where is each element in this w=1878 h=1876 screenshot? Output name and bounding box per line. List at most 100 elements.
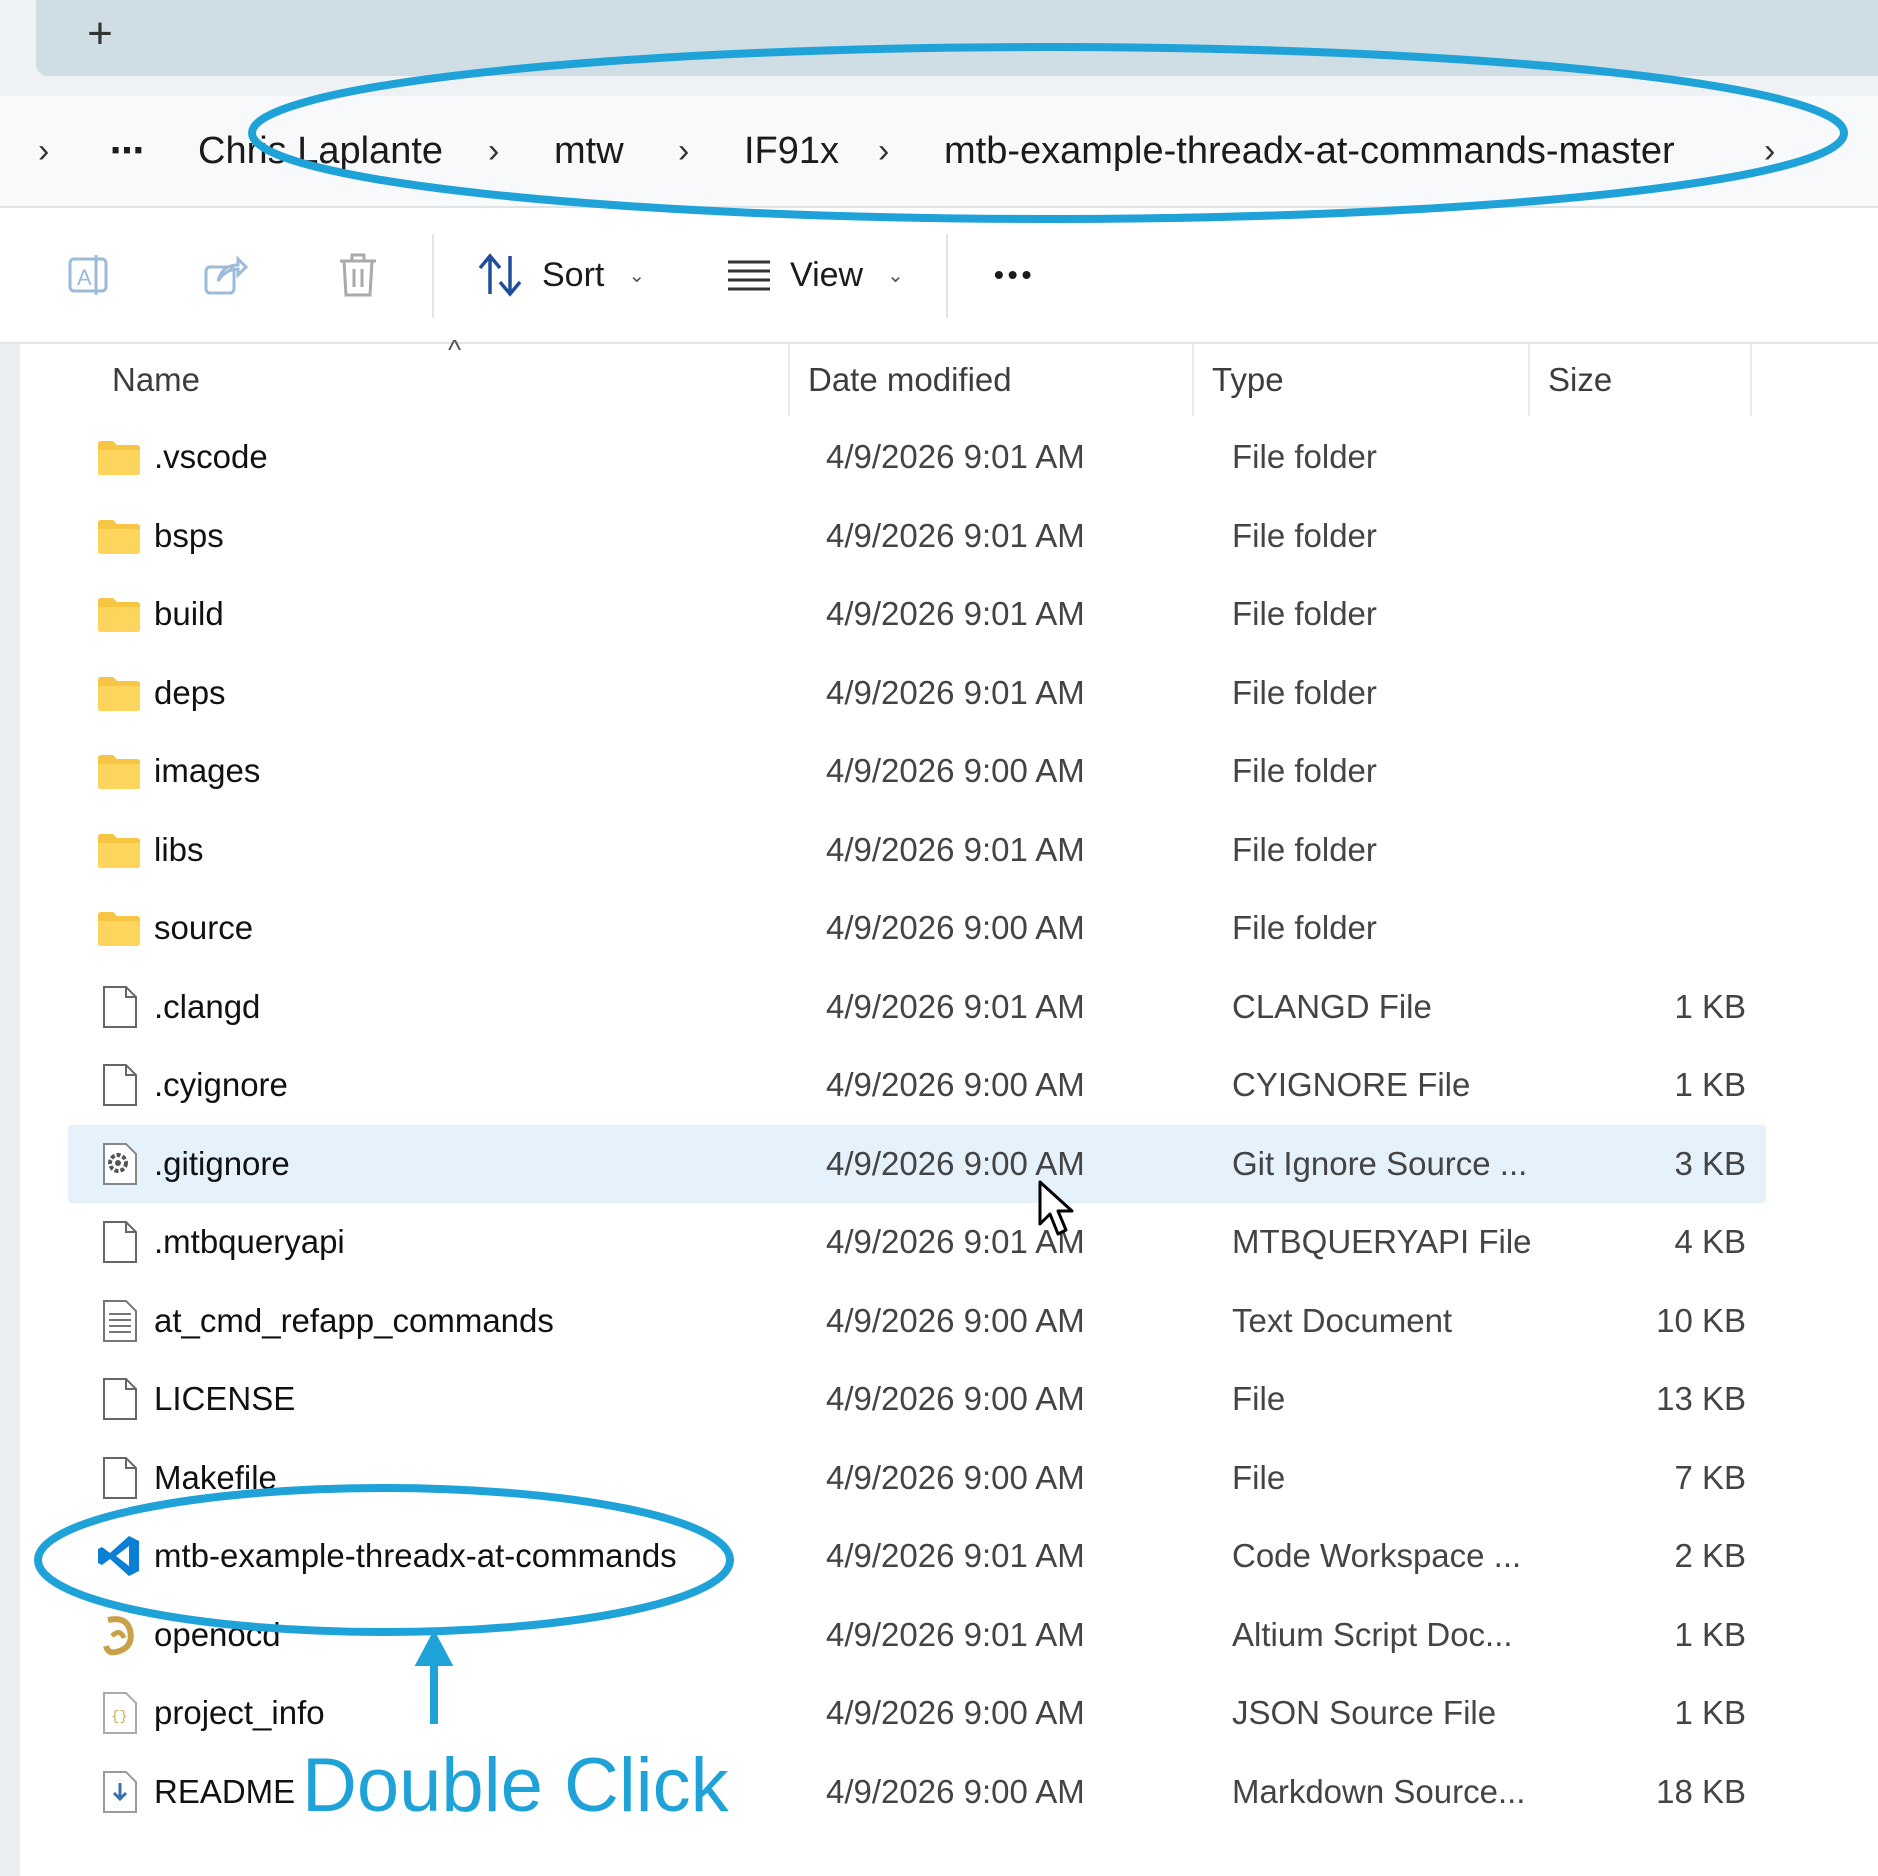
folder-icon bbox=[96, 513, 142, 559]
breadcrumb-separator-icon[interactable]: › bbox=[678, 96, 689, 206]
breadcrumb-overflow-button[interactable]: ⋯ bbox=[110, 96, 146, 206]
file-row[interactable]: bsps 4/9/2026 9:01 AM File folder bbox=[68, 497, 1766, 575]
file-name: Makefile bbox=[154, 1458, 277, 1496]
file-icon bbox=[96, 1219, 142, 1265]
column-divider[interactable] bbox=[1528, 344, 1530, 416]
file-row[interactable]: .vscode 4/9/2026 9:01 AM File folder bbox=[68, 418, 1766, 496]
mouse-cursor-icon bbox=[1038, 1180, 1074, 1236]
file-type: CLANGD File bbox=[1232, 987, 1432, 1025]
file-size: 7 KB bbox=[1674, 1458, 1746, 1496]
trash-icon bbox=[340, 253, 376, 297]
column-header-date[interactable]: Date modified bbox=[808, 344, 1012, 416]
file-type: File folder bbox=[1232, 516, 1377, 554]
svg-text:A: A bbox=[77, 265, 92, 290]
breadcrumb-item[interactable]: Chris.Laplante bbox=[198, 96, 443, 206]
file-size: 3 KB bbox=[1674, 1144, 1746, 1182]
column-divider[interactable] bbox=[788, 344, 790, 416]
file-row[interactable]: source 4/9/2026 9:00 AM File folder bbox=[68, 889, 1766, 967]
expand-chevron-icon[interactable]: › bbox=[38, 96, 49, 206]
file-name: deps bbox=[154, 673, 226, 711]
file-date-modified: 4/9/2026 9:00 AM bbox=[826, 1066, 1085, 1103]
file-type: Text Document bbox=[1232, 1301, 1453, 1339]
column-header-name[interactable]: Name bbox=[112, 344, 200, 416]
column-header-type[interactable]: Type bbox=[1212, 344, 1284, 416]
file-row[interactable]: at_cmd_refapp_commands 4/9/2026 9:00 AM Te… bbox=[68, 1282, 1766, 1360]
file-date-modified: 4/9/2026 9:00 AM bbox=[826, 1694, 1085, 1731]
sort-label: Sort bbox=[542, 255, 605, 294]
file-size: 1 KB bbox=[1674, 1694, 1746, 1731]
more-options-button[interactable]: ••• bbox=[994, 240, 1035, 310]
address-bar[interactable]: › ⋯ Chris.Laplante › mtw › IF91x › mtb-e… bbox=[0, 96, 1878, 208]
tab-strip: + bbox=[0, 0, 1878, 96]
file-size: 10 KB bbox=[1656, 1301, 1746, 1339]
file-row[interactable]: .clangd 4/9/2026 9:01 AM CLANGD File 1 KB bbox=[68, 968, 1766, 1046]
file-row[interactable]: .mtbqueryapi 4/9/2026 9:01 AM MTBQUERYAPI … bbox=[68, 1203, 1766, 1281]
file-icon bbox=[96, 1376, 142, 1422]
chevron-down-icon: ⌄ bbox=[628, 264, 646, 287]
file-name: .mtbqueryapi bbox=[154, 1223, 345, 1260]
column-header-size[interactable]: Size bbox=[1548, 344, 1612, 416]
sort-icon bbox=[478, 253, 522, 297]
delete-button[interactable] bbox=[332, 240, 384, 310]
file-row[interactable]: .gitignore 4/9/2026 9:00 AM Git Ignore Sou… bbox=[68, 1124, 1766, 1203]
file-icon bbox=[96, 984, 142, 1030]
sort-button[interactable]: Sort ⌄ bbox=[476, 240, 645, 310]
svg-text:{}: {} bbox=[111, 1709, 128, 1725]
file-row[interactable]: {} project_info 4/9/2026 9:00 AM JSON Sourc… bbox=[68, 1674, 1766, 1752]
file-date-modified: 4/9/2026 9:01 AM bbox=[826, 595, 1085, 632]
breadcrumb-item[interactable]: IF91x bbox=[744, 96, 839, 206]
file-name: mtb-example-threadx-at-commands bbox=[154, 1537, 677, 1574]
file-type: JSON Source File bbox=[1232, 1694, 1497, 1731]
rename-button[interactable]: A bbox=[62, 240, 114, 310]
file-size: 2 KB bbox=[1674, 1537, 1746, 1574]
file-date-modified: 4/9/2026 9:01 AM bbox=[826, 1615, 1085, 1653]
file-date-modified: 4/9/2026 9:00 AM bbox=[826, 1380, 1085, 1417]
file-row[interactable]: mtb-example-threadx-at-commands 4/9/2026 … bbox=[68, 1517, 1766, 1595]
view-button[interactable]: View ⌄ bbox=[724, 240, 904, 310]
breadcrumb-item[interactable]: mtw bbox=[554, 96, 624, 206]
tab-strip-background bbox=[36, 0, 1878, 76]
view-list-icon bbox=[728, 260, 770, 291]
file-name: build bbox=[154, 595, 224, 632]
breadcrumb-separator-icon[interactable]: › bbox=[878, 96, 889, 206]
column-divider[interactable] bbox=[1192, 344, 1194, 416]
file-date-modified: 4/9/2026 9:01 AM bbox=[826, 673, 1085, 711]
file-row[interactable]: libs 4/9/2026 9:01 AM File folder bbox=[68, 811, 1766, 889]
file-type: Altium Script Doc... bbox=[1232, 1615, 1513, 1653]
file-name: project_info bbox=[154, 1694, 325, 1731]
breadcrumb-separator-icon[interactable]: › bbox=[1764, 96, 1775, 206]
file-row[interactable]: .cyignore 4/9/2026 9:00 AM CYIGNORE File 1 … bbox=[68, 1046, 1766, 1124]
file-name: README bbox=[154, 1772, 296, 1810]
column-divider[interactable] bbox=[1750, 344, 1752, 416]
file-date-modified: 4/9/2026 9:00 AM bbox=[826, 1301, 1085, 1339]
file-name: libs bbox=[154, 830, 204, 868]
file-type: File folder bbox=[1232, 909, 1377, 946]
file-name: source bbox=[154, 909, 254, 946]
file-row[interactable]: build 4/9/2026 9:01 AM File folder bbox=[68, 575, 1766, 653]
file-date-modified: 4/9/2026 9:00 AM bbox=[826, 752, 1085, 789]
command-bar: A Sort ⌄ View ⌄ ••• bbox=[0, 208, 1878, 344]
share-button[interactable] bbox=[198, 240, 250, 310]
file-row[interactable]: images 4/9/2026 9:00 AM File folder bbox=[68, 732, 1766, 810]
file-size: 18 KB bbox=[1656, 1772, 1746, 1810]
json-file-icon: {} bbox=[96, 1690, 142, 1736]
file-row[interactable]: LICENSE 4/9/2026 9:00 AM File 13 KB bbox=[68, 1360, 1766, 1438]
file-date-modified: 4/9/2026 9:00 AM bbox=[826, 1458, 1085, 1496]
breadcrumb-separator-icon[interactable]: › bbox=[488, 96, 499, 206]
annotation-label: Double Click bbox=[302, 1743, 729, 1828]
file-icon bbox=[96, 1455, 142, 1501]
file-row[interactable]: deps 4/9/2026 9:01 AM File folder bbox=[68, 654, 1766, 732]
altium-icon bbox=[96, 1612, 142, 1658]
vscode-icon bbox=[96, 1533, 142, 1579]
folder-icon bbox=[96, 905, 142, 951]
file-date-modified: 4/9/2026 9:01 AM bbox=[826, 438, 1085, 475]
file-name: .vscode bbox=[154, 438, 268, 475]
breadcrumb-item-current[interactable]: mtb-example-threadx-at-commands-master bbox=[944, 96, 1675, 206]
command-divider bbox=[432, 234, 434, 318]
file-row[interactable]: openocd 4/9/2026 9:01 AM Altium Script Doc… bbox=[68, 1596, 1766, 1674]
file-row[interactable]: Makefile 4/9/2026 9:00 AM File 7 KB bbox=[68, 1439, 1766, 1517]
navigation-pane-edge bbox=[0, 344, 20, 1876]
file-date-modified: 4/9/2026 9:01 AM bbox=[826, 516, 1085, 554]
file-name: openocd bbox=[154, 1615, 281, 1653]
new-tab-button[interactable]: + bbox=[74, 8, 126, 60]
